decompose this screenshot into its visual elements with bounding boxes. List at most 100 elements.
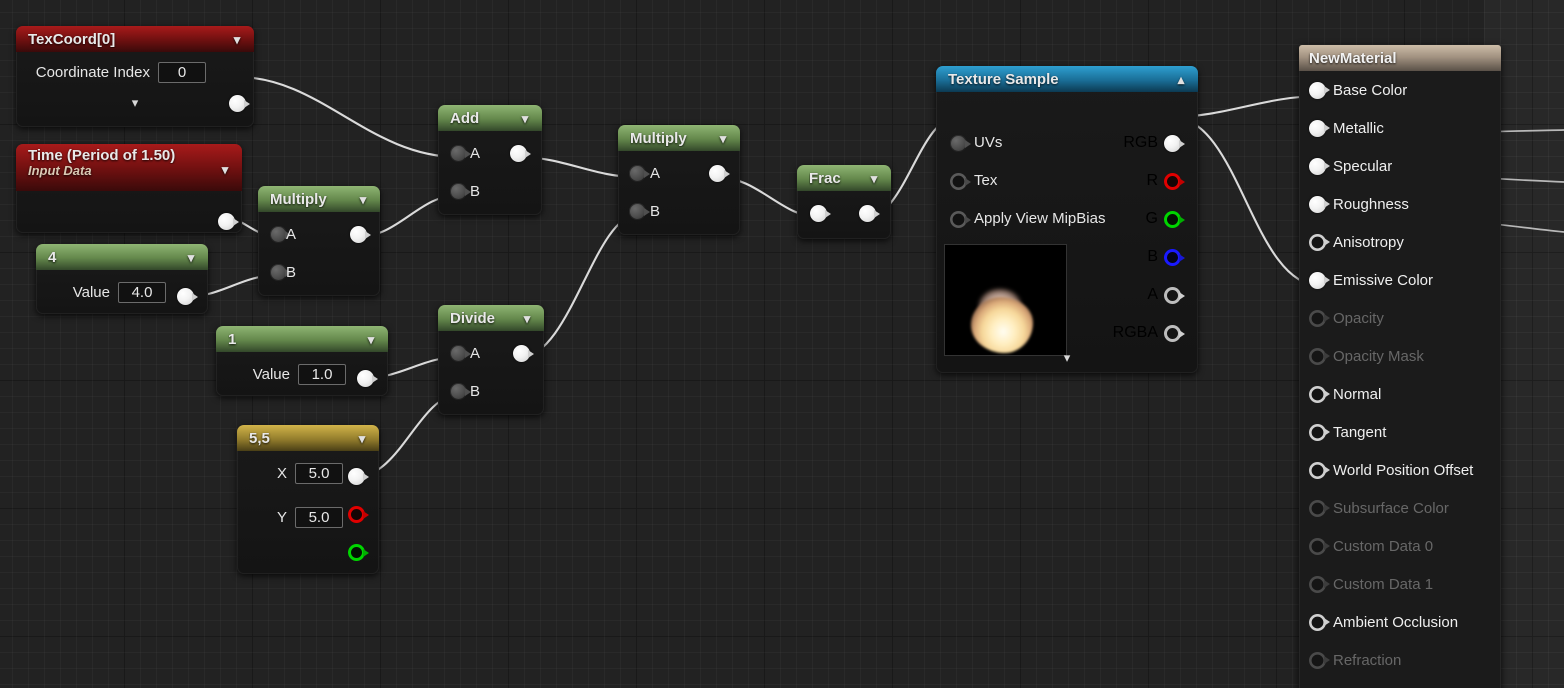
texture-sample-rgba-pin[interactable] <box>1164 325 1185 342</box>
material-pin-roughness[interactable]: Roughness <box>1299 185 1501 223</box>
node-texture-sample-header[interactable]: Texture Sample ▴ <box>936 66 1198 92</box>
material-pin-emissive-color[interactable]: Emissive Color <box>1299 261 1501 299</box>
chevron-down-icon[interactable]: ▾ <box>16 92 254 116</box>
material-pin-base-color[interactable]: Base Color <box>1299 71 1501 109</box>
divide-output-pin[interactable] <box>513 345 534 362</box>
node-const2vector-header[interactable]: 5,5 ▾ <box>237 425 379 451</box>
material-pin-metallic-pin[interactable] <box>1309 119 1330 137</box>
node-multiply-2-header[interactable]: Multiply ▾ <box>618 125 740 151</box>
chevron-down-icon[interactable]: ▾ <box>516 112 534 125</box>
node-time[interactable]: Time (Period of 1.50) Input Data ▾ <box>16 144 242 233</box>
node-add[interactable]: Add ▾ A B <box>438 105 542 215</box>
node-divide-header[interactable]: Divide ▾ <box>438 305 544 331</box>
multiply-2-input-a-pin[interactable] <box>629 165 650 182</box>
material-pin-world-position-offset[interactable]: World Position Offset <box>1299 451 1501 489</box>
material-pin-subsurface-color-pin[interactable] <box>1309 499 1330 517</box>
const2vector-y-input[interactable]: 5.0 <box>295 506 343 528</box>
const-4-value-input[interactable]: 4.0 <box>118 281 166 303</box>
chevron-down-icon[interactable]: ▾ <box>216 163 234 176</box>
add-input-b-pin[interactable] <box>450 183 471 200</box>
const2vector-x-input[interactable]: 5.0 <box>295 462 343 484</box>
material-pin-roughness-pin[interactable] <box>1309 195 1330 213</box>
material-pin-emissive-color-pin[interactable] <box>1309 271 1330 289</box>
const2vector-output-pin[interactable] <box>348 468 369 485</box>
material-pin-opacity-pin[interactable] <box>1309 309 1330 327</box>
material-pin-subsurface-color[interactable]: Subsurface Color <box>1299 489 1501 527</box>
const-1-value-input[interactable]: 1.0 <box>298 363 346 385</box>
divide-input-b-pin[interactable] <box>450 383 471 400</box>
texture-sample-tex-pin[interactable] <box>950 173 971 190</box>
node-texture-sample[interactable]: Texture Sample ▴ UVs Tex Apply View MipB… <box>936 66 1198 373</box>
add-input-a-pin[interactable] <box>450 145 471 162</box>
material-pin-custom-data-0[interactable]: Custom Data 0 <box>1299 527 1501 565</box>
node-multiply-1[interactable]: Multiply ▾ A B <box>258 186 380 296</box>
material-pin-tangent-pin[interactable] <box>1309 423 1330 441</box>
multiply-1-input-a-pin[interactable] <box>270 226 291 243</box>
material-pin-base-color-pin[interactable] <box>1309 81 1330 99</box>
texture-thumbnail[interactable] <box>944 244 1067 356</box>
multiply-2-input-b-pin[interactable] <box>629 203 650 220</box>
const-1-output-pin[interactable] <box>357 370 378 387</box>
node-const-4-header[interactable]: 4 ▾ <box>36 244 208 270</box>
node-add-header[interactable]: Add ▾ <box>438 105 542 131</box>
material-pin-ambient-occlusion-pin[interactable] <box>1309 613 1330 631</box>
material-pin-metallic[interactable]: Metallic <box>1299 109 1501 147</box>
material-pin-opacity[interactable]: Opacity <box>1299 299 1501 337</box>
material-pin-anisotropy-pin[interactable] <box>1309 233 1330 251</box>
chevron-down-icon[interactable]: ▾ <box>354 193 372 206</box>
chevron-down-icon[interactable]: ▾ <box>362 333 380 346</box>
multiply-2-output-pin[interactable] <box>709 165 730 182</box>
texture-sample-rgb-pin[interactable] <box>1164 135 1185 152</box>
time-output-pin[interactable] <box>218 213 239 230</box>
texture-sample-a-pin[interactable] <box>1164 287 1185 304</box>
chevron-down-icon[interactable]: ▾ <box>182 251 200 264</box>
node-const-1-header[interactable]: 1 ▾ <box>216 326 388 352</box>
const2vector-output-r-pin[interactable] <box>348 506 369 523</box>
node-const-4[interactable]: 4 ▾ Value 4.0 <box>36 244 208 314</box>
material-pin-ambient-occlusion[interactable]: Ambient Occlusion <box>1299 603 1501 641</box>
material-graph-canvas[interactable]: TexCoord[0] ▾ Coordinate Index 0 ▾ Time … <box>0 0 1564 688</box>
material-pin-custom-data-0-pin[interactable] <box>1309 537 1330 555</box>
material-pin-refraction[interactable]: Refraction <box>1299 641 1501 679</box>
node-frac-header[interactable]: Frac ▾ <box>797 165 891 191</box>
chevron-down-icon[interactable]: ▾ <box>228 33 246 46</box>
texture-sample-r-pin[interactable] <box>1164 173 1185 190</box>
coordinate-index-input[interactable]: 0 <box>158 61 206 83</box>
material-pin-custom-data-1-pin[interactable] <box>1309 575 1330 593</box>
node-frac[interactable]: Frac ▾ <box>797 165 891 239</box>
chevron-down-icon[interactable]: ▾ <box>714 132 732 145</box>
node-const-1[interactable]: 1 ▾ Value 1.0 <box>216 326 388 396</box>
chevron-down-icon[interactable]: ▾ <box>865 172 883 185</box>
frac-output-pin[interactable] <box>859 205 880 222</box>
node-texcoord[interactable]: TexCoord[0] ▾ Coordinate Index 0 ▾ <box>16 26 254 127</box>
material-pin-world-position-offset-pin[interactable] <box>1309 461 1330 479</box>
const2vector-output-g-pin[interactable] <box>348 544 369 561</box>
texture-sample-mipbias-pin[interactable] <box>950 211 971 228</box>
material-pin-specular[interactable]: Specular <box>1299 147 1501 185</box>
multiply-1-output-pin[interactable] <box>350 226 371 243</box>
node-multiply-2[interactable]: Multiply ▾ A B <box>618 125 740 235</box>
const-4-output-pin[interactable] <box>177 288 198 305</box>
material-pin-refraction-pin[interactable] <box>1309 651 1330 669</box>
material-pin-normal[interactable]: Normal <box>1299 375 1501 413</box>
node-divide[interactable]: Divide ▾ A B <box>438 305 544 415</box>
texture-sample-b-pin[interactable] <box>1164 249 1185 266</box>
chevron-up-icon[interactable]: ▴ <box>1172 73 1190 86</box>
node-new-material-header[interactable]: NewMaterial <box>1299 45 1501 71</box>
material-pin-opacity-mask-pin[interactable] <box>1309 347 1330 365</box>
node-multiply-1-header[interactable]: Multiply ▾ <box>258 186 380 212</box>
node-const2vector[interactable]: 5,5 ▾ X 5.0 Y 5.0 <box>237 425 379 574</box>
frac-input-pin[interactable] <box>810 205 831 222</box>
node-time-header[interactable]: Time (Period of 1.50) Input Data ▾ <box>16 144 242 191</box>
divide-input-a-pin[interactable] <box>450 345 471 362</box>
node-texcoord-header[interactable]: TexCoord[0] ▾ <box>16 26 254 52</box>
node-new-material[interactable]: NewMaterial Base Color Metallic Specular… <box>1299 45 1501 688</box>
add-output-pin[interactable] <box>510 145 531 162</box>
texture-sample-g-pin[interactable] <box>1164 211 1185 228</box>
material-pin-custom-data-1[interactable]: Custom Data 1 <box>1299 565 1501 603</box>
material-pin-specular-pin[interactable] <box>1309 157 1330 175</box>
chevron-down-icon[interactable]: ▾ <box>353 432 371 445</box>
material-pin-normal-pin[interactable] <box>1309 385 1330 403</box>
material-pin-tangent[interactable]: Tangent <box>1299 413 1501 451</box>
texture-sample-uvs-pin[interactable] <box>950 135 971 152</box>
